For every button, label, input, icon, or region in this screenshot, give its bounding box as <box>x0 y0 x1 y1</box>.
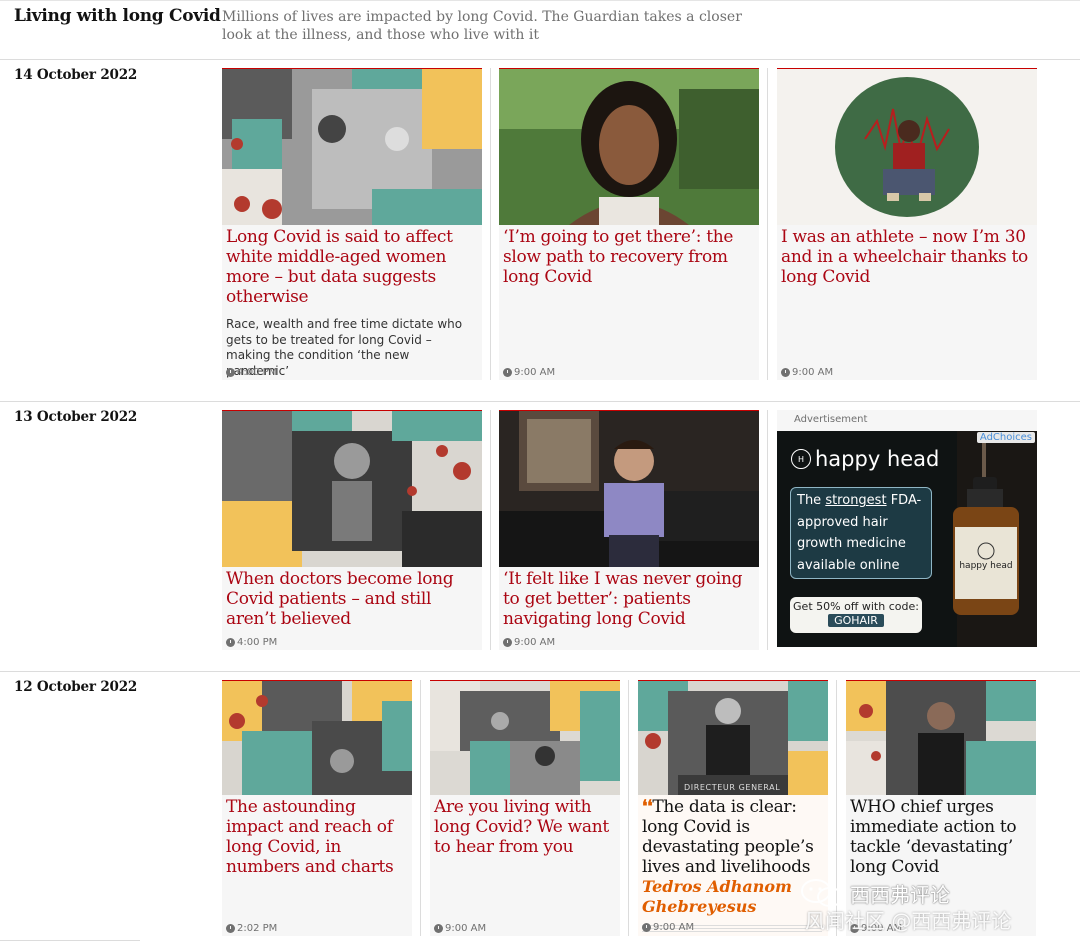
article-image <box>430 681 620 795</box>
article-timestamp: 4:00 PM <box>226 637 277 648</box>
ad-offer[interactable]: Get 50% off with code: GOHAIR <box>790 597 922 633</box>
adchoices-badge[interactable]: AdChoices <box>976 432 1035 443</box>
article-card[interactable]: Are you living with long Covid? We want … <box>430 680 620 936</box>
brand-logo-icon: H <box>791 449 811 469</box>
section-divider <box>0 401 1080 402</box>
article-timestamp: 9:00 AM <box>434 923 486 934</box>
image-caption: DIRECTEUR GENERAL <box>684 783 781 792</box>
advertisement[interactable]: AdChoices H happy head The strongest FDA… <box>777 431 1037 647</box>
clock-icon <box>226 638 235 647</box>
section-divider <box>0 59 1080 60</box>
top-border <box>0 0 1080 1</box>
article-card[interactable]: I was an athlete – now I’m 30 and in a w… <box>777 68 1037 380</box>
article-card[interactable]: When doctors become long Covid patients … <box>222 410 482 650</box>
promo-code: GOHAIR <box>828 614 884 627</box>
article-timestamp: 9:00 AM <box>781 367 833 378</box>
ad-copy: The strongest FDA-approved hair growth m… <box>790 487 932 579</box>
article-timestamp: 9:00 AM <box>503 637 555 648</box>
watermark: 西西弗评论 <box>800 878 950 908</box>
ad-label: Advertisement <box>794 414 868 425</box>
article-headline[interactable]: ‘I’m going to get there’: the slow path … <box>503 227 753 287</box>
article-headline[interactable]: When doctors become long Covid patients … <box>226 569 476 629</box>
ad-brand: H happy head <box>791 447 939 471</box>
quote-icon: ❛❛ <box>642 797 653 817</box>
article-image <box>222 69 482 225</box>
clock-icon <box>642 923 651 932</box>
wechat-icon <box>801 879 843 907</box>
opinion-headline[interactable]: ❛❛The data is clear: long Covid is devas… <box>642 797 822 877</box>
bottle-label: happy head <box>959 561 1013 571</box>
article-image <box>222 681 412 795</box>
clock-icon <box>226 924 235 933</box>
article-image <box>499 411 759 567</box>
clock-icon <box>434 924 443 933</box>
page-title: Living with long Covid <box>14 6 221 26</box>
card-separator <box>490 68 491 380</box>
article-headline[interactable]: WHO chief urges immediate action to tack… <box>850 797 1030 877</box>
card-separator <box>490 410 491 650</box>
article-image: DIRECTEUR GENERAL <box>638 681 828 795</box>
opinion-byline[interactable]: Tedros Adhanom Ghebreyesus <box>642 877 822 917</box>
article-headline[interactable]: Are you living with long Covid? We want … <box>434 797 614 857</box>
article-timestamp: 2:02 PM <box>226 923 277 934</box>
section-divider <box>0 671 1080 672</box>
article-image <box>846 681 1036 795</box>
article-card[interactable]: Long Covid is said to affect white middl… <box>222 68 482 380</box>
card-separator <box>628 680 629 936</box>
article-card[interactable]: The astounding impact and reach of long … <box>222 680 412 936</box>
article-headline[interactable]: Long Covid is said to affect white middl… <box>226 227 476 307</box>
section-date: 13 October 2022 <box>14 409 138 425</box>
clock-icon <box>503 368 512 377</box>
card-separator <box>420 680 421 936</box>
clock-icon <box>226 368 235 377</box>
article-timestamp: 9:00 AM <box>503 367 555 378</box>
article-timestamp: 4:00 PM <box>226 367 277 378</box>
article-image <box>777 69 1037 225</box>
article-card[interactable]: ‘I’m going to get there’: the slow path … <box>499 68 759 380</box>
section-date: 12 October 2022 <box>14 679 138 695</box>
page-description: Millions of lives are impacted by long C… <box>222 9 742 43</box>
clock-icon <box>781 368 790 377</box>
article-headline[interactable]: I was an athlete – now I’m 30 and in a w… <box>781 227 1031 287</box>
article-card[interactable]: ‘It felt like I was never going to get b… <box>499 410 759 650</box>
article-timestamp: 9:00 AM <box>642 922 694 933</box>
article-headline[interactable]: ‘It felt like I was never going to get b… <box>503 569 753 629</box>
clock-icon <box>503 638 512 647</box>
article-headline[interactable]: The astounding impact and reach of long … <box>226 797 406 877</box>
watermark-sub: 风闻社区 @西西弗评论 <box>805 909 1012 933</box>
section-date: 14 October 2022 <box>14 67 138 83</box>
card-separator <box>767 68 768 380</box>
brand-name: happy head <box>815 447 940 471</box>
article-image <box>499 69 759 225</box>
card-separator <box>767 410 768 650</box>
article-image <box>222 411 482 567</box>
bottom-rule <box>0 940 140 941</box>
